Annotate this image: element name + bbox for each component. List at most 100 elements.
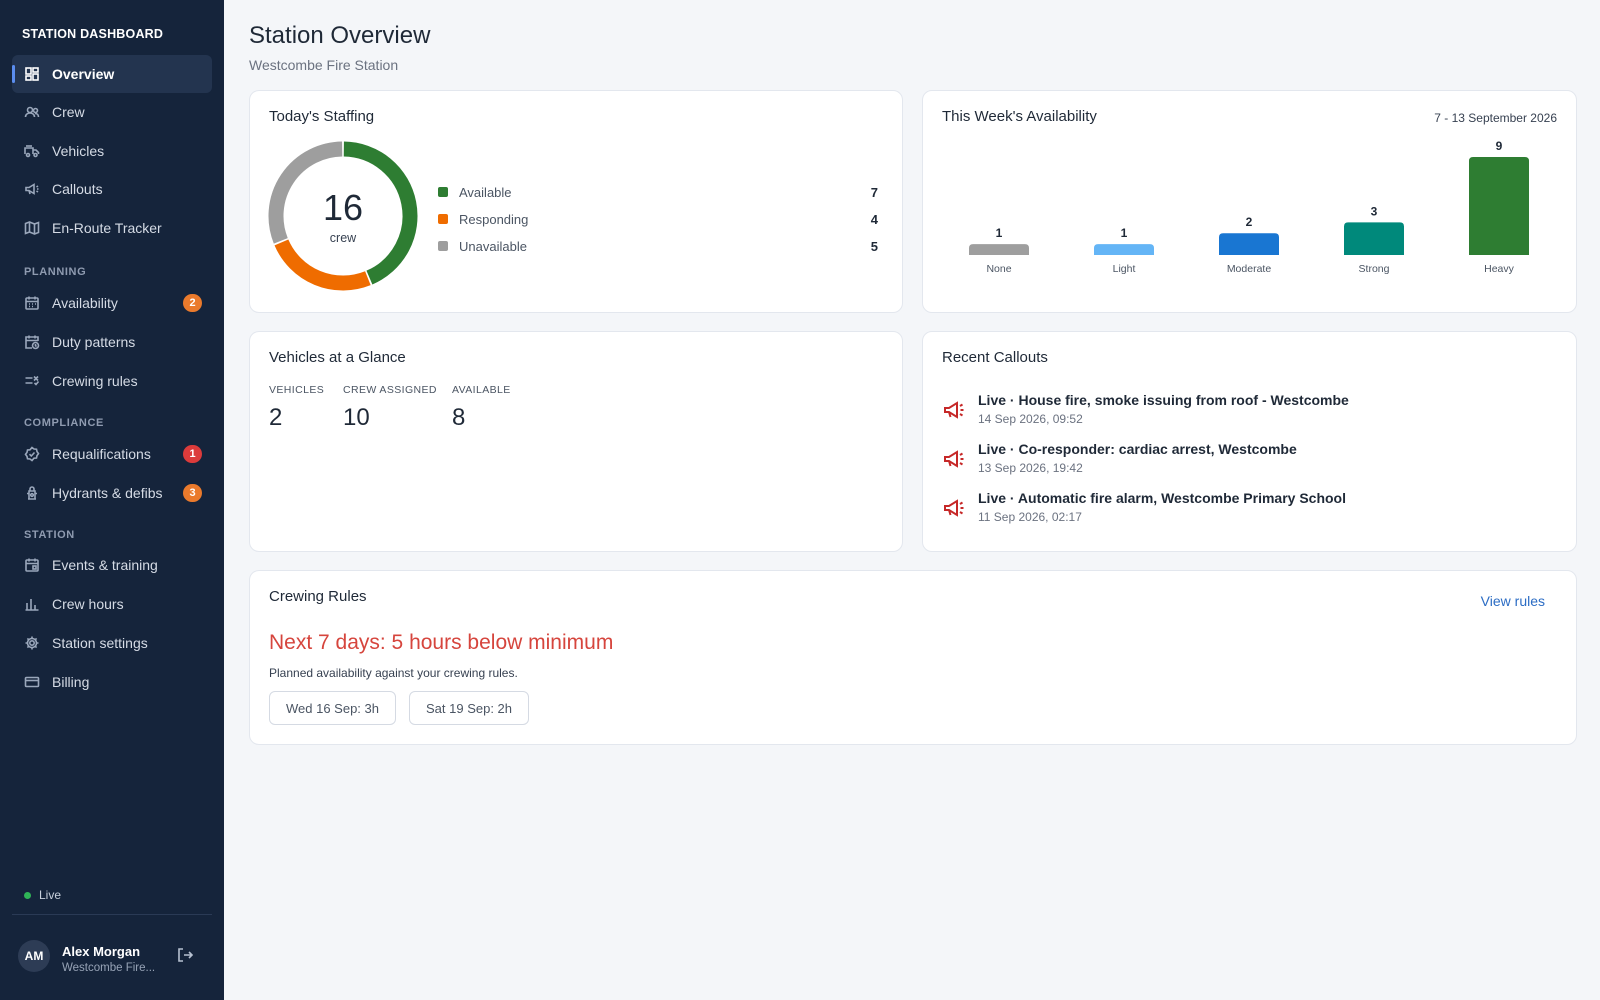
sidebar-item-label: Duty patterns: [52, 334, 136, 350]
section-label-compliance: COMPLIANCE: [24, 417, 104, 429]
bar-chart-icon: [24, 596, 40, 612]
legend-label: Responding: [459, 211, 529, 227]
sidebar-item-label: Billing: [52, 674, 90, 690]
sidebar-item-events-training[interactable]: Events & training: [12, 546, 212, 584]
notification-badge: 3: [183, 484, 202, 502]
megaphone-icon: [24, 181, 40, 197]
sidebar-item-label: En-Route Tracker: [52, 220, 162, 236]
logout-icon[interactable]: [176, 946, 196, 966]
dashboard-icon: [24, 66, 40, 82]
sidebar-item-label: Station settings: [52, 635, 148, 651]
card-title: Vehicles at a Glance: [269, 349, 406, 366]
sidebar-item-label: Vehicles: [52, 143, 105, 159]
bar-value-label: 1: [996, 226, 1003, 240]
section-label-station: STATION: [24, 529, 75, 541]
bar-strong: [1344, 222, 1404, 255]
staffing-card: Today's Staffing 16 crew Available 7 Res…: [249, 90, 903, 313]
legend-swatch: [438, 214, 448, 224]
sidebar-item-vehicles[interactable]: Vehicles: [12, 132, 212, 170]
sidebar-item-label: Events & training: [52, 557, 158, 573]
bar-category-label: Moderate: [1227, 263, 1272, 275]
legend-value: 7: [870, 184, 878, 200]
stat-vehicles: VEHICLES 2: [269, 384, 324, 432]
sidebar-item-hydrants-defibs[interactable]: Hydrants & defibs 3: [12, 474, 212, 512]
avatar[interactable]: AM: [18, 940, 50, 972]
sidebar-item-label: Callouts: [52, 181, 103, 197]
sidebar-item-crew[interactable]: Crew: [12, 93, 212, 131]
status-dot-icon: [24, 891, 31, 899]
staffing-total: 16: [322, 187, 364, 228]
callouts-card: Recent Callouts Live · House fire, smoke…: [922, 331, 1577, 552]
bar-category-label: Heavy: [1484, 263, 1515, 275]
shortfall-chip[interactable]: Wed 16 Sep: 3h: [269, 691, 396, 725]
sidebar-item-availability[interactable]: Availability 2: [12, 284, 212, 322]
view-rules-link[interactable]: View rules: [1481, 593, 1545, 609]
rules-subtext: Planned availability against your crewin…: [269, 666, 518, 680]
map-icon: [24, 220, 40, 236]
stat-crew-assigned: CREW ASSIGNED 10: [343, 384, 437, 432]
legend-item-responding: Responding 4: [438, 210, 878, 228]
sidebar-item-billing[interactable]: Billing: [12, 663, 212, 701]
sidebar-item-requalifications[interactable]: Requalifications 1: [12, 435, 212, 473]
megaphone-icon: [942, 496, 966, 520]
callout-item[interactable]: Live · Automatic fire alarm, Westcombe P…: [942, 490, 1562, 530]
callout-title: Live · Automatic fire alarm, Westcombe P…: [978, 490, 1346, 506]
sidebar-item-label: Crew hours: [52, 596, 124, 612]
megaphone-icon: [942, 398, 966, 422]
stat-label: VEHICLES: [269, 384, 325, 396]
page-subtitle: Westcombe Fire Station: [249, 57, 399, 73]
callout-item[interactable]: Live · House fire, smoke issuing from ro…: [942, 392, 1562, 432]
sidebar-item-duty-patterns[interactable]: Duty patterns: [12, 323, 212, 361]
bar-value-label: 3: [1371, 204, 1378, 218]
bar-category-label: Strong: [1359, 263, 1390, 275]
legend-label: Available: [459, 184, 512, 200]
card-title: Recent Callouts: [942, 349, 1048, 366]
bar-layer: 1 None 1 Light 2 Moderate 3 Strong 9 Heavy: [969, 139, 1529, 275]
callout-time: 14 Sep 2026, 09:52: [978, 412, 1083, 426]
stat-value: 8: [452, 404, 466, 431]
callout-title: Live · Co-responder: cardiac arrest, Wes…: [978, 441, 1297, 457]
donut-segment-responding: [274, 239, 371, 291]
bar-none: [969, 244, 1029, 255]
callout-title: Live · House fire, smoke issuing from ro…: [978, 392, 1349, 408]
staffing-unit: crew: [329, 231, 357, 245]
legend-swatch: [438, 241, 448, 251]
sidebar-item-crewing-rules[interactable]: Crewing rules: [12, 362, 212, 400]
rules-alert-headline: Next 7 days: 5 hours below minimum: [269, 631, 614, 654]
user-name: Alex Morgan: [62, 944, 141, 959]
legend-value: 4: [870, 211, 878, 227]
crewing-rules-card: Crewing Rules View rules Next 7 days: 5 …: [249, 570, 1577, 745]
sidebar: STATION DASHBOARD Overview Crew Vehicles…: [0, 0, 224, 1000]
fire-truck-icon: [24, 143, 40, 159]
sidebar-item-station-settings[interactable]: Station settings: [12, 624, 212, 662]
stat-value: 2: [269, 404, 283, 431]
gear-icon: [24, 635, 40, 651]
stat-label: AVAILABLE: [452, 384, 511, 396]
availability-card: This Week's Availability 7 - 13 Septembe…: [922, 90, 1577, 313]
sidebar-item-callouts[interactable]: Callouts: [12, 170, 212, 208]
callout-time: 13 Sep 2026, 19:42: [978, 461, 1083, 475]
divider: [12, 914, 212, 915]
credit-card-icon: [24, 674, 40, 690]
stat-value: 10: [343, 404, 370, 431]
hydrant-icon: [24, 485, 40, 501]
vehicles-card: Vehicles at a Glance VEHICLES 2 CREW ASS…: [249, 331, 903, 552]
sidebar-item-en-route-tracker[interactable]: En-Route Tracker: [12, 209, 212, 247]
sidebar-item-overview[interactable]: Overview: [12, 55, 212, 93]
brand-title: STATION DASHBOARD: [22, 27, 164, 41]
sidebar-item-crew-hours[interactable]: Crew hours: [12, 585, 212, 623]
sidebar-item-label: Requalifications: [52, 446, 151, 462]
section-label-planning: PLANNING: [24, 266, 87, 278]
bar-value-label: 1: [1121, 226, 1128, 240]
sidebar-item-label: Overview: [52, 66, 115, 82]
bar-value-label: 2: [1246, 215, 1253, 229]
verified-icon: [24, 446, 40, 462]
sidebar-item-label: Crewing rules: [52, 373, 138, 389]
callout-item[interactable]: Live · Co-responder: cardiac arrest, Wes…: [942, 441, 1562, 481]
status-label: Live: [39, 888, 62, 902]
stat-label: CREW ASSIGNED: [343, 384, 437, 396]
sidebar-item-label: Crew: [52, 104, 85, 120]
sidebar-item-label: Hydrants & defibs: [52, 485, 163, 501]
rule-icon: [24, 373, 40, 389]
shortfall-chip[interactable]: Sat 19 Sep: 2h: [409, 691, 530, 725]
